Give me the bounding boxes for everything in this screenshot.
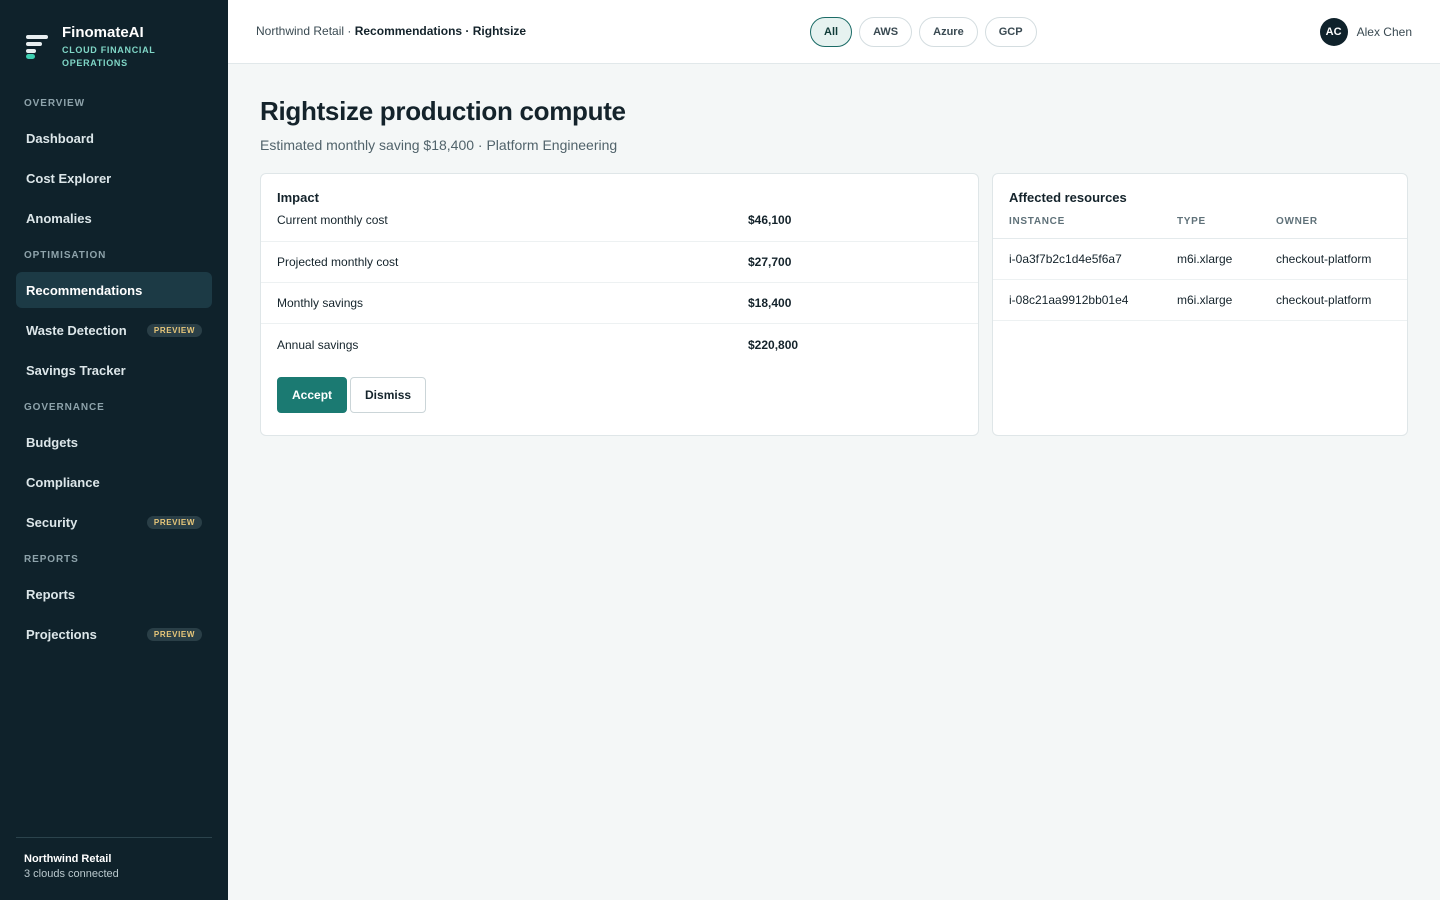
cell-owner: checkout-platform bbox=[1260, 238, 1407, 280]
preview-badge: PREVIEW bbox=[146, 627, 202, 641]
brand[interactable]: FinomateAI CLOUD FINANCIAL OPERATIONS bbox=[26, 24, 172, 70]
cloud-filter-group: All AWS Azure GCP bbox=[810, 17, 1037, 47]
sidebar-item-security[interactable]: Security PREVIEW bbox=[16, 504, 212, 540]
affected-resources-card: Affected resources INSTANCE TYPE OWNER i… bbox=[992, 173, 1408, 436]
brand-name: FinomateAI bbox=[62, 24, 144, 41]
impact-value: $220,800 bbox=[748, 337, 799, 352]
impact-label: Annual savings bbox=[277, 337, 359, 352]
breadcrumb-org[interactable]: Northwind Retail bbox=[256, 24, 344, 38]
cell-type: m6i.xlarge bbox=[1161, 238, 1260, 280]
sidebar-item-dashboard[interactable]: Dashboard bbox=[16, 120, 212, 156]
sidebar: FinomateAI CLOUD FINANCIAL OPERATIONS OV… bbox=[0, 0, 228, 900]
dismiss-button[interactable]: Dismiss bbox=[350, 377, 427, 413]
sidebar-item-waste-detection[interactable]: Waste Detection PREVIEW bbox=[16, 312, 212, 348]
nav-section-optimisation: OPTIMISATION Recommendations Waste Detec… bbox=[16, 248, 212, 388]
sidebar-item-label: Waste Detection bbox=[26, 322, 127, 338]
impact-row-annual-savings: Annual savings $220,800 bbox=[261, 324, 978, 365]
preview-badge: PREVIEW bbox=[146, 515, 202, 529]
cell-instance: i-0a3f7b2c1d4e5f6a7 bbox=[993, 238, 1161, 280]
sidebar-item-cost-explorer[interactable]: Cost Explorer bbox=[16, 160, 212, 196]
sidebar-item-label: Security bbox=[26, 514, 78, 530]
main-content: Rightsize production compute Estimated m… bbox=[260, 64, 1408, 436]
sidebar-item-recommendations[interactable]: Recommendations bbox=[16, 272, 212, 308]
cell-type: m6i.xlarge bbox=[1161, 279, 1260, 321]
sidebar-item-label: Anomalies bbox=[26, 210, 92, 226]
preview-badge: PREVIEW bbox=[146, 323, 202, 337]
impact-row-monthly-savings: Monthly savings $18,400 bbox=[261, 283, 978, 324]
impact-label: Monthly savings bbox=[277, 296, 364, 310]
footer-org-name: Northwind Retail bbox=[24, 853, 112, 865]
avatar: AC bbox=[1319, 18, 1348, 46]
sidebar-item-label: Cost Explorer bbox=[26, 170, 112, 186]
resources-card-title: Affected resources bbox=[1009, 190, 1127, 205]
nav-section-governance: GOVERNANCE Budgets Compliance Security PR… bbox=[16, 400, 212, 540]
column-header-owner: OWNER bbox=[1260, 216, 1407, 239]
sidebar-item-label: Projections bbox=[26, 626, 97, 642]
column-header-type: TYPE bbox=[1161, 216, 1260, 239]
impact-value: $18,400 bbox=[748, 296, 792, 310]
impact-list: Current monthly cost $46,100 Projected m… bbox=[261, 212, 978, 365]
sidebar-item-label: Savings Tracker bbox=[26, 362, 126, 378]
sidebar-item-label: Compliance bbox=[26, 474, 100, 490]
sidebar-item-budgets[interactable]: Budgets bbox=[16, 424, 212, 460]
cell-instance: i-08c21aa9912bb01e4 bbox=[993, 279, 1161, 321]
user-menu[interactable]: AC Alex Chen bbox=[1319, 18, 1412, 46]
nav-section-label: REPORTS bbox=[24, 554, 79, 565]
cloud-filter-aws[interactable]: AWS bbox=[859, 17, 913, 47]
breadcrumb: Northwind Retail · Recommendations · Rig… bbox=[256, 24, 526, 38]
breadcrumb-current: Recommendations · Rightsize bbox=[354, 24, 527, 38]
impact-row-current-cost: Current monthly cost $46,100 bbox=[261, 212, 978, 242]
page-title: Rightsize production compute bbox=[260, 96, 626, 126]
nav-section-label: OVERVIEW bbox=[24, 98, 85, 109]
sidebar-item-label: Dashboard bbox=[26, 130, 94, 146]
brand-tagline: CLOUD FINANCIAL OPERATIONS bbox=[62, 45, 156, 68]
table-row[interactable]: i-08c21aa9912bb01e4 m6i.xlarge checkout-… bbox=[993, 279, 1407, 321]
cloud-filter-gcp[interactable]: GCP bbox=[984, 17, 1037, 47]
sidebar-nav: OVERVIEW Dashboard Cost Explorer Anomali… bbox=[16, 96, 212, 664]
cards-row: Impact Current monthly cost $46,100 Proj… bbox=[260, 173, 1408, 436]
impact-label: Current monthly cost bbox=[277, 213, 388, 227]
impact-card: Impact Current monthly cost $46,100 Proj… bbox=[260, 173, 979, 436]
cloud-filter-azure[interactable]: Azure bbox=[919, 17, 978, 47]
cell-owner: checkout-platform bbox=[1260, 279, 1407, 321]
impact-card-title: Impact bbox=[277, 190, 319, 205]
impact-actions: Accept Dismiss bbox=[261, 365, 978, 413]
user-name: Alex Chen bbox=[1356, 25, 1412, 39]
sidebar-item-savings-tracker[interactable]: Savings Tracker bbox=[16, 352, 212, 388]
sidebar-item-projections[interactable]: Projections PREVIEW bbox=[16, 616, 212, 652]
org-switcher[interactable]: Northwind Retail 3 clouds connected bbox=[16, 837, 212, 900]
top-bar: Northwind Retail · Recommendations · Rig… bbox=[228, 0, 1440, 64]
resources-table: INSTANCE TYPE OWNER i-0a3f7b2c1d4e5f6a7 … bbox=[993, 216, 1407, 321]
sidebar-item-label: Reports bbox=[26, 586, 76, 602]
nav-section-label: OPTIMISATION bbox=[24, 250, 107, 261]
sidebar-item-reports[interactable]: Reports bbox=[16, 576, 212, 612]
impact-label: Projected monthly cost bbox=[277, 255, 399, 269]
page-subtitle: Estimated monthly saving $18,400 · Platf… bbox=[260, 137, 618, 153]
impact-value: $27,700 bbox=[748, 255, 792, 269]
accept-button[interactable]: Accept bbox=[277, 377, 348, 413]
logo-icon bbox=[26, 35, 50, 61]
nav-section-label: GOVERNANCE bbox=[24, 402, 105, 413]
table-header-row: INSTANCE TYPE OWNER bbox=[993, 216, 1407, 239]
sidebar-item-label: Recommendations bbox=[26, 282, 143, 298]
breadcrumb-separator: · bbox=[344, 24, 355, 38]
sidebar-item-label: Budgets bbox=[26, 434, 78, 450]
cloud-filter-all[interactable]: All bbox=[810, 17, 853, 47]
impact-row-projected-cost: Projected monthly cost $27,700 bbox=[261, 242, 978, 283]
sidebar-item-compliance[interactable]: Compliance bbox=[16, 464, 212, 500]
nav-section-reports: REPORTS Reports Projections PREVIEW bbox=[16, 552, 212, 652]
column-header-instance: INSTANCE bbox=[993, 216, 1161, 239]
sidebar-item-anomalies[interactable]: Anomalies bbox=[16, 200, 212, 236]
table-row[interactable]: i-0a3f7b2c1d4e5f6a7 m6i.xlarge checkout-… bbox=[993, 238, 1407, 280]
nav-section-overview: OVERVIEW Dashboard Cost Explorer Anomali… bbox=[16, 96, 212, 236]
footer-connection-status: 3 clouds connected bbox=[24, 868, 119, 880]
impact-value: $46,100 bbox=[748, 213, 792, 227]
